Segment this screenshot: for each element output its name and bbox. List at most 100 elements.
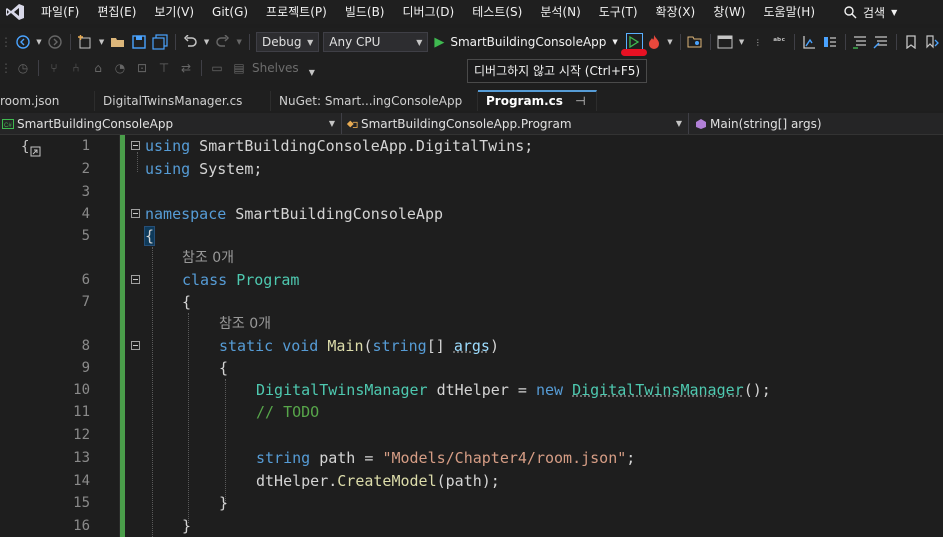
undo-icon[interactable] [182,33,199,51]
member-dropdown[interactable]: Main(string[] args) [689,113,943,134]
step-icon[interactable] [801,33,818,51]
svg-text:C#: C# [4,123,12,129]
layout-dropdown-icon[interactable]: ▼ [738,33,746,51]
back-icon[interactable] [14,33,31,51]
forward-icon[interactable] [47,33,64,51]
code-line: 4 namespace SmartBuildingConsoleApp [0,203,943,225]
start-without-debugging-tooltip: 디버그하지 않고 시작 (Ctrl+F5) [467,59,648,83]
line-number: 10 [73,382,90,398]
hot-reload-icon[interactable] [645,33,662,51]
document-tab-bar: room.json DigitalTwinsManager.cs NuGet: … [0,90,943,111]
collapse-icon[interactable] [131,141,140,150]
tab-room-json[interactable]: room.json [0,91,95,111]
code-line: 14 dtHelper.CreateModel(path); [0,470,943,492]
toolbar-grip-icon: ⋮ [0,61,12,75]
menu-search[interactable]: 검색 ▼ [836,4,905,21]
browse-icon[interactable] [687,33,704,51]
bookmark-icon[interactable] [903,33,920,51]
menu-file[interactable]: 파일(F) [32,0,88,24]
project-name: SmartBuildingConsoleApp [17,116,174,131]
menu-extensions[interactable]: 확장(X) [647,0,705,24]
menu-project[interactable]: 프로젝트(P) [257,0,336,24]
menu-window[interactable]: 창(W) [704,0,754,24]
next-bookmark-icon[interactable] [924,33,941,51]
collapse-icon[interactable] [131,209,140,218]
toolbar-overflow-icon[interactable]: ⋮ [749,33,766,51]
collapse-icon[interactable] [131,341,140,350]
collapse-icon[interactable] [131,275,140,284]
configuration-dropdown[interactable]: Debug ▼ [255,32,320,52]
identifier-token: dtHelper. [256,472,338,490]
project-dropdown[interactable]: C# SmartBuildingConsoleApp ▼ [0,113,342,134]
codelens-references[interactable]: 참조 0개 [182,247,234,269]
keyword-token: new [535,381,564,399]
tab-program-cs[interactable]: Program.cs ⊣ ✕ [478,90,597,111]
namespace-name-token: SmartBuildingConsoleApp [226,205,444,223]
menu-git[interactable]: Git(G) [203,0,257,24]
undo-dropdown-icon[interactable]: ▼ [203,33,211,51]
clock-icon[interactable]: ◔ [111,59,129,77]
code-line: 8 static void Main(string[] args) [0,335,943,357]
shelves-label[interactable]: Shelves [252,61,299,75]
separator [249,34,250,50]
brace-token: } [182,517,192,535]
pin-icon[interactable]: ⊣ [575,94,585,108]
back-dropdown-icon[interactable]: ▼ [35,33,43,51]
toolbar-options-icon[interactable]: ▼ [309,68,315,77]
uncomment-lines-icon[interactable] [873,33,890,51]
commit-icon[interactable]: ⊤ [155,59,173,77]
tab-digitaltwinsmanager[interactable]: DigitalTwinsManager.cs [95,91,271,111]
menu-view[interactable]: 보기(V) [145,0,203,24]
line-number: 9 [81,360,90,376]
code-editor[interactable]: { 1 using SmartBuildingConsoleApp.Digita… [0,135,943,537]
platform-dropdown[interactable]: Any CPU ▼ [323,32,429,52]
line-number: 14 [73,473,90,489]
history-icon[interactable]: ◷ [14,59,32,77]
layout-icon[interactable] [717,33,734,51]
branch-icon[interactable]: ⑂ [45,59,63,77]
separator [895,34,897,50]
menu-build[interactable]: 빌드(B) [336,0,394,24]
open-folder-icon[interactable] [109,33,126,51]
chevron-down-icon: ▼ [307,37,314,47]
class-view-icon[interactable] [822,33,839,51]
redo-dropdown-icon[interactable]: ▼ [235,33,243,51]
punctuation-token: ; [626,449,636,467]
line-number: 4 [81,206,90,222]
merge-icon[interactable]: ⑃ [67,59,85,77]
spell-check-icon[interactable]: ᵃᵇᶜ [770,33,787,51]
member-name: Main(string[] args) [710,116,822,131]
menu-edit[interactable]: 편집(E) [88,0,145,24]
start-debug-button[interactable]: ▶ SmartBuildingConsoleApp ▼ [430,32,621,52]
new-project-icon[interactable] [77,33,94,51]
paren-token: ( [363,337,373,355]
save-icon[interactable] [131,33,148,51]
stash-icon[interactable]: ⊡ [133,59,151,77]
shelve-icon[interactable]: ▭ [208,59,226,77]
menu-test[interactable]: 테스트(S) [463,0,531,24]
menu-debug[interactable]: 디버그(D) [394,0,464,24]
line-number: 2 [81,161,90,177]
menu-analyze[interactable]: 분석(N) [531,0,589,24]
brace-token: } [219,494,229,512]
sync-icon[interactable]: ⇄ [177,59,195,77]
separator [679,34,681,50]
tag-icon[interactable]: ⌂ [89,59,107,77]
separator [793,34,795,50]
code-line: 15 } [0,492,943,514]
redo-icon[interactable] [214,33,231,51]
new-dropdown-icon[interactable]: ▼ [98,33,106,51]
punctuation-token: (path); [436,472,500,490]
menu-help[interactable]: 도움말(H) [755,0,825,24]
visual-studio-logo-icon[interactable] [4,2,26,22]
save-all-icon[interactable] [152,33,169,51]
codelens-references[interactable]: 참조 0개 [219,313,271,335]
code-line: 13 string path = "Models/Chapter4/room.j… [0,447,943,469]
line-number: 15 [73,495,90,511]
hot-reload-dropdown-icon[interactable]: ▼ [666,33,674,51]
menu-tools[interactable]: 도구(T) [590,0,647,24]
type-dropdown[interactable]: SmartBuildingConsoleApp.Program ▼ [342,113,689,134]
comment-lines-icon[interactable] [852,33,869,51]
tab-nuget[interactable]: NuGet: Smart...ingConsoleApp [271,91,478,111]
line-number: 6 [81,272,90,288]
